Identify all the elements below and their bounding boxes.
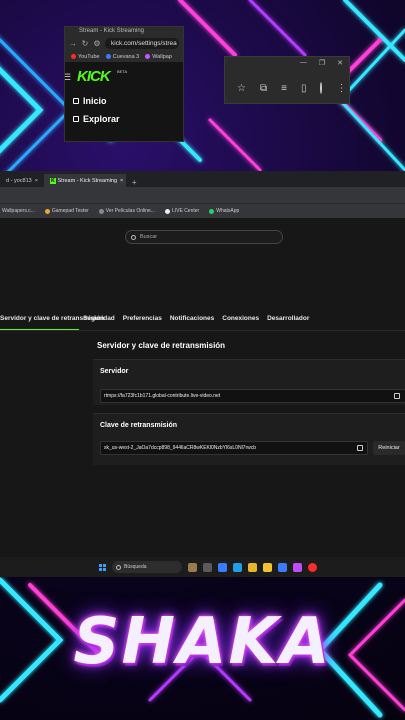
bookmark-whatsapp[interactable]: WhatsApp (209, 208, 239, 214)
taskbar: Búsqueda (0, 557, 405, 577)
mini-page: ☰ KICK BETA Inicio Explorar (65, 62, 183, 141)
reset-button[interactable]: Reiniciar (373, 441, 405, 455)
copy-icon[interactable] (394, 393, 400, 399)
settings-page: Buscar Servidor y clave de retransmisión… (0, 218, 405, 557)
media-list-icon[interactable]: ≡ (281, 83, 287, 94)
tab-servidor-clave[interactable]: Servidor y clave de retransmisión (0, 314, 104, 330)
stream-key-card: Clave de retransmisión sk_us-west-2_JaOa… (93, 413, 405, 465)
bookmark-peliculas[interactable]: Ver Películas Online... (98, 208, 155, 214)
channel-banner: SHAKA (0, 577, 405, 720)
bookmark-wallpapers[interactable]: Wallpapers.c... (2, 208, 35, 214)
tab-kick-stream[interactable]: K Stream - Kick Streaming × (43, 174, 126, 187)
search-icon (116, 564, 121, 570)
task-view-icon[interactable] (188, 562, 197, 572)
cuevana-icon (105, 53, 111, 59)
bookmark-cuevana[interactable]: Cuevana 3 (105, 53, 139, 60)
server-title: Servidor (100, 368, 129, 375)
bookmark-wallpapers[interactable]: Wallpap (145, 54, 172, 60)
nav-inicio[interactable]: Inicio (73, 96, 107, 106)
film-icon (98, 208, 104, 214)
address-bar[interactable] (0, 187, 405, 204)
search-input[interactable]: Buscar (125, 230, 283, 244)
kick-favicon: K (49, 177, 56, 184)
mail-icon[interactable] (278, 562, 287, 572)
close-tab-icon[interactable]: × (120, 178, 123, 184)
search-icon (131, 234, 136, 240)
bookmark-youtube[interactable]: YouTube (71, 54, 100, 60)
banner-title: SHAKA (73, 605, 332, 679)
mini-bookmarks-bar: YouTube Cuevana 3 Wallpap (65, 51, 183, 62)
youtube-icon (71, 53, 76, 59)
menu-icon[interactable]: ☰ (65, 72, 71, 83)
extensions-icon[interactable]: ⧉ (260, 83, 267, 94)
bookmark-star-icon[interactable]: ☆ (237, 83, 246, 94)
search-placeholder: Buscar (140, 234, 158, 240)
windows-start-icon[interactable] (99, 563, 106, 571)
kick-logo[interactable]: KICK (77, 68, 111, 85)
tab-preferencias[interactable]: Preferencias (119, 314, 166, 330)
mini-tab[interactable]: Stream - Kick Streaming (65, 27, 183, 35)
bookmarks-bar: Wallpapers.c... Gamepad Tester Ver Pelíc… (0, 204, 405, 218)
tabs-divider (0, 330, 405, 331)
store-icon[interactable] (218, 562, 227, 572)
tiktok-icon (164, 208, 170, 214)
server-url-field[interactable]: rtmps://fa723fc1b171.global-contribute.l… (100, 389, 405, 403)
tab-desarrollador[interactable]: Desarrollador (263, 314, 313, 330)
close-icon[interactable]: ✕ (337, 59, 343, 69)
beta-badge: BETA (117, 69, 128, 74)
close-tab-icon[interactable]: × (35, 178, 38, 184)
tab-seguridad[interactable]: Seguridad (79, 314, 119, 330)
section-title: Servidor y clave de retransmisión (97, 341, 226, 350)
tab-strip: d - yoc813 × K Stream - Kick Streaming × … (0, 171, 405, 187)
widgets-icon[interactable] (203, 562, 212, 572)
toolbar-icons: ☆ ⧉ ≡ ▯ ⋮ (225, 71, 349, 105)
mini-url-field[interactable]: kick.com/settings/strea (105, 37, 179, 49)
stream-key-title: Clave de retransmisión (100, 422, 178, 429)
nav-explorar[interactable]: Explorar (73, 114, 120, 124)
maximize-icon[interactable]: ❐ (319, 59, 325, 69)
minimize-icon[interactable]: — (300, 59, 307, 69)
chrome-icon[interactable] (248, 562, 257, 572)
stream-key-field[interactable]: sk_us-west-2_JaOa7dccp898_944lIaCR8wKEKl… (100, 441, 368, 455)
main-browser-window: d - yoc813 × K Stream - Kick Streaming × … (0, 171, 405, 557)
bookmark-live-center[interactable]: LIVE Center (164, 208, 199, 214)
mini-address-bar: → ↻ ⚙ kick.com/settings/strea (65, 35, 183, 51)
mini-toolbar-window: — ❐ ✕ ☆ ⧉ ≡ ▯ ⋮ (224, 56, 350, 104)
tab-previous[interactable]: d - yoc813 × (0, 174, 44, 187)
file-explorer-icon[interactable] (263, 562, 272, 572)
whatsapp-icon (209, 208, 215, 214)
tab-conexiones[interactable]: Conexiones (218, 314, 263, 330)
tab-notificaciones[interactable]: Notificaciones (166, 314, 218, 330)
server-card: Servidor rtmps://fa723fc1b171.global-con… (93, 359, 405, 405)
app-icon[interactable] (293, 562, 302, 572)
wallpapers-icon (145, 53, 151, 59)
forward-icon[interactable]: → (69, 39, 77, 48)
settings-tabs: Servidor y clave de retransmisión Seguri… (0, 314, 405, 330)
split-icon[interactable]: ▯ (301, 83, 307, 94)
new-tab-icon[interactable]: + (126, 178, 143, 187)
site-info-icon[interactable]: ⚙ (93, 39, 101, 48)
gamepad-icon (44, 208, 50, 214)
edge-icon[interactable] (233, 562, 242, 572)
record-icon[interactable] (308, 562, 317, 572)
home-icon (73, 98, 79, 104)
reload-icon[interactable]: ↻ (81, 39, 89, 48)
mini-browser-window: Stream - Kick Streaming → ↻ ⚙ kick.com/s… (64, 26, 184, 142)
window-controls: — ❐ ✕ (225, 57, 349, 71)
compass-icon (73, 116, 79, 122)
copy-icon[interactable] (357, 445, 363, 451)
taskbar-search[interactable]: Búsqueda (112, 561, 182, 573)
bookmark-gamepad-tester[interactable]: Gamepad Tester (44, 208, 89, 214)
more-menu-icon[interactable]: ⋮ (336, 83, 346, 94)
avatar[interactable] (320, 82, 323, 94)
